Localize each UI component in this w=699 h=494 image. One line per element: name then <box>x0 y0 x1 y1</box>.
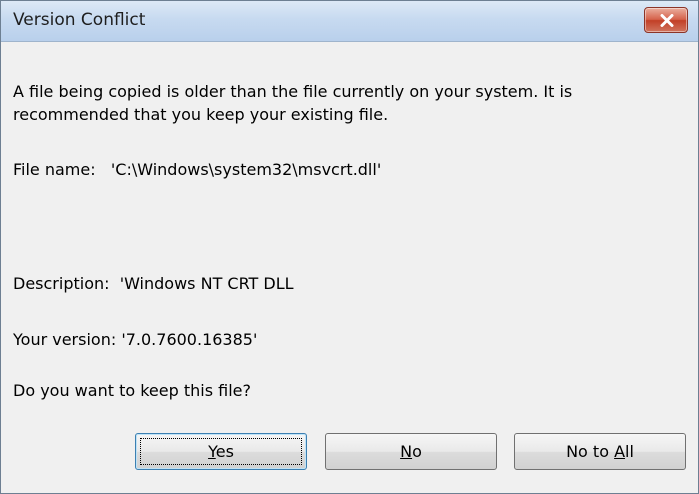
version-conflict-dialog: Version Conflict A file being copied is … <box>0 0 699 494</box>
no-to-all-prefix: No to <box>566 442 615 461</box>
version-row: Your version: '7.0.7600.16385' <box>13 330 257 349</box>
yes-button-label: Yes <box>208 442 234 461</box>
close-button[interactable] <box>644 7 688 33</box>
no-button-label: No <box>400 442 422 461</box>
version-label: Your version: <box>13 330 117 349</box>
no-to-all-button[interactable]: No to All <box>514 433 686 470</box>
keep-file-question: Do you want to keep this file? <box>13 381 251 400</box>
no-label-rest: o <box>412 442 422 461</box>
intro-message: A file being copied is older than the fi… <box>13 82 573 124</box>
no-to-all-button-label: No to All <box>566 442 634 461</box>
dialog-content: A file being copied is older than the fi… <box>1 42 698 493</box>
description-row: Description: 'Windows NT CRT DLL <box>13 274 294 293</box>
file-name-label: File name: <box>13 160 96 179</box>
yes-label-rest: es <box>215 442 234 461</box>
dialog-title: Version Conflict <box>13 10 146 30</box>
no-button[interactable]: No <box>325 433 497 470</box>
description-value: 'Windows NT CRT DLL <box>119 274 294 293</box>
no-mnemonic: N <box>400 442 413 461</box>
title-bar[interactable]: Version Conflict <box>1 1 698 42</box>
yes-button[interactable]: Yes <box>135 433 307 470</box>
close-icon <box>660 14 674 27</box>
description-label: Description: <box>13 274 110 293</box>
file-name-value: 'C:\Windows\system32\msvcrt.dll' <box>110 160 382 179</box>
yes-mnemonic: Y <box>208 442 216 461</box>
no-to-all-label-rest: ll <box>625 442 634 461</box>
no-to-all-mnemonic: A <box>614 442 626 461</box>
file-name-row: File name: 'C:\Windows\system32\msvcrt.d… <box>13 160 381 179</box>
version-value: '7.0.7600.16385' <box>121 330 258 349</box>
